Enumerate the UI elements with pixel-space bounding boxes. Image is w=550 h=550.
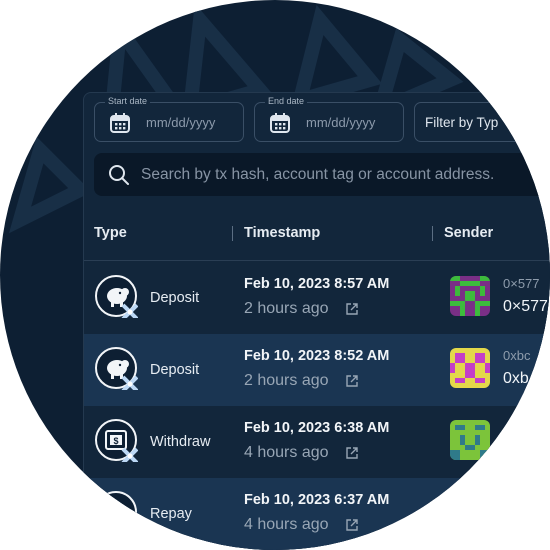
end-date-label: End date xyxy=(265,95,308,107)
deposit-pig-icon xyxy=(95,347,138,390)
relative-time: 4 hours ago xyxy=(244,516,329,533)
sender-address[interactable]: 0xb xyxy=(503,370,529,388)
timestamp: Feb 10, 2023 8:57 AM xyxy=(244,276,390,292)
relative-time: 2 hours ago xyxy=(244,300,329,317)
relative-time: 4 hours ago xyxy=(244,444,329,461)
external-link-icon[interactable] xyxy=(346,447,358,459)
app-viewport: Start date mm/dd/yyyy End date mm/dd/yyy… xyxy=(0,0,550,550)
type-label: Repay xyxy=(150,506,192,522)
type-label: Deposit xyxy=(150,362,200,378)
header-divider xyxy=(84,260,550,261)
external-link-icon[interactable] xyxy=(346,375,358,387)
column-divider xyxy=(232,226,233,241)
column-divider xyxy=(432,226,433,241)
search-input[interactable]: Search by tx hash, account tag or accoun… xyxy=(141,166,494,184)
search-icon xyxy=(109,165,129,185)
timestamp: Feb 10, 2023 6:38 AM xyxy=(244,420,390,436)
sender-address[interactable]: 0×577 xyxy=(503,298,548,316)
sender-avatar xyxy=(450,348,490,388)
withdraw-cash-icon: $ xyxy=(95,419,138,462)
timestamp: Feb 10, 2023 6:37 AM xyxy=(244,492,390,508)
type-filter-select[interactable]: Filter by Typ xyxy=(414,102,550,142)
sender-address-short: 0×577 xyxy=(503,276,540,291)
sender-avatar xyxy=(450,420,490,460)
external-link-icon[interactable] xyxy=(346,519,358,531)
type-label: Withdraw xyxy=(150,434,211,450)
start-date-field[interactable]: Start date mm/dd/yyyy xyxy=(94,95,244,142)
timestamp: Feb 10, 2023 8:52 AM xyxy=(244,348,390,364)
table-row[interactable]: Deposit Feb 10, 2023 8:52 AM 2 hours ago… xyxy=(84,334,550,406)
external-link-icon[interactable] xyxy=(346,303,358,315)
deposit-pig-icon xyxy=(95,275,138,318)
start-date-label: Start date xyxy=(105,95,151,107)
sender-address-short: 0xbc xyxy=(503,348,531,363)
repay-icon xyxy=(95,491,137,533)
svg-text:$: $ xyxy=(113,436,118,446)
column-header-sender[interactable]: Sender xyxy=(444,225,493,241)
type-label: Deposit xyxy=(150,290,200,306)
end-date-input[interactable]: mm/dd/yyyy xyxy=(306,115,375,130)
end-date-field[interactable]: End date mm/dd/yyyy xyxy=(254,95,404,142)
table-row[interactable]: $ Withdraw Feb 10, 2023 6:38 AM 4 hours … xyxy=(84,406,550,478)
table-header: Type Timestamp Sender xyxy=(84,212,550,260)
relative-time: 2 hours ago xyxy=(244,372,329,389)
column-header-type[interactable]: Type xyxy=(94,225,127,241)
column-header-timestamp[interactable]: Timestamp xyxy=(244,225,320,241)
sender-avatar xyxy=(450,276,490,316)
calendar-icon[interactable] xyxy=(269,112,291,134)
type-filter-label[interactable]: Filter by Typ xyxy=(425,115,498,130)
search-bar[interactable]: Search by tx hash, account tag or accoun… xyxy=(94,153,550,196)
calendar-icon[interactable] xyxy=(109,112,131,134)
start-date-input[interactable]: mm/dd/yyyy xyxy=(146,115,215,130)
table-row[interactable]: Deposit Feb 10, 2023 8:57 AM 2 hours ago… xyxy=(84,262,550,334)
table-row[interactable]: Repay Feb 10, 2023 6:37 AM 4 hours ago xyxy=(84,478,550,550)
